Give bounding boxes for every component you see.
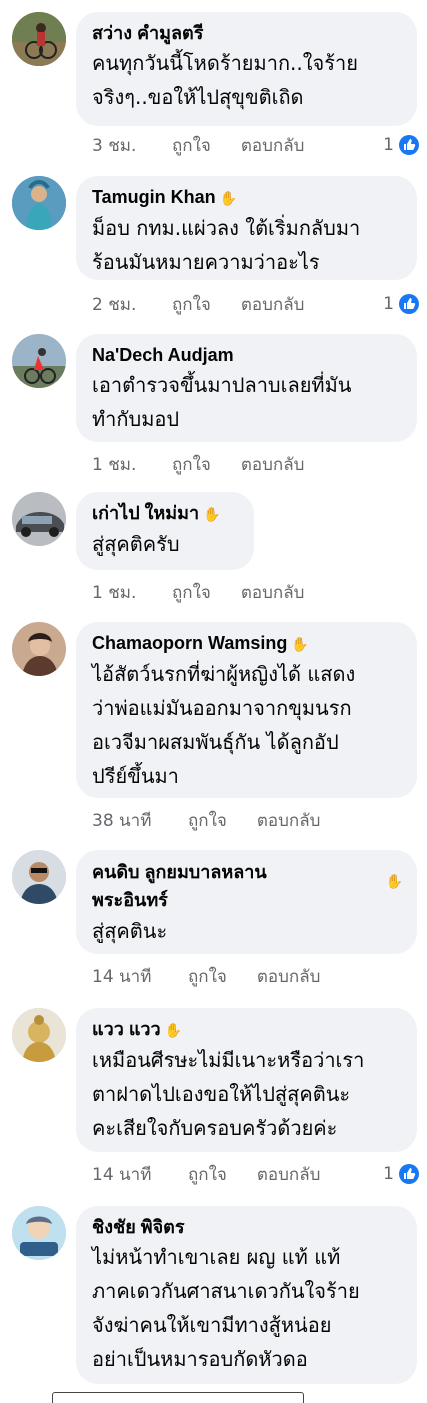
like-button[interactable]: ถูกใจ [188,963,227,990]
thumbs-up-icon [399,294,419,314]
avatar[interactable] [12,334,66,388]
avatar[interactable] [12,1206,66,1260]
wave-icon: ✋ [203,506,221,522]
like-button[interactable]: ถูกใจ [188,1161,227,1188]
comment-time[interactable]: 3 ชม. [92,132,172,159]
comment-time[interactable]: 2 ชม. [92,291,172,318]
comment-text: สู่สุคติครับ [92,532,180,556]
commenter-name[interactable]: Chamaoporn Wamsing ✋ [92,630,401,657]
like-button[interactable]: ถูกใจ [172,291,211,318]
reply-button[interactable]: ตอบกลับ [257,807,321,834]
reaction-count[interactable]: 1 [383,135,419,155]
avatar[interactable] [12,1008,66,1062]
reply-button[interactable]: ตอบกลับ [241,451,305,478]
comment-time[interactable]: 1 ชม. [92,451,172,478]
like-button[interactable]: ถูกใจ [188,807,227,834]
comment-bubble: สว่าง คำมูลตรี คนทุกวันนี้โหดร้ายมาก..ใจ… [76,12,417,126]
commenter-name[interactable]: Na'Dech Audjam [92,342,401,368]
commenter-name[interactable]: เก่าไป ใหม่มา ✋ [92,500,238,527]
avatar[interactable] [12,850,66,904]
comment-bubble: คนดิบ ลูกยมบาลหลาน พระอินทร์ ✋ สู่สุคติน… [76,850,417,954]
reply-button[interactable]: ตอบกลับ [241,579,305,606]
reply-button[interactable]: ตอบกลับ [241,291,305,318]
comment-text: ไม่หน้าทำเขาเลย ผญ แท้ แท้ ภาคเดวกันศาสน… [92,1245,360,1371]
comment-text: ไอ้สัตว์นรกที่ฆ่าผู้หญิงได้ แสดง ว่าพ่อแ… [92,662,356,788]
comment-time[interactable]: 38 นาที [92,807,188,834]
thumbs-up-icon [399,1164,419,1184]
comment-bubble: ชิงชัย พิจิตร ไม่หน้าทำเขาเลย ผญ แท้ แท้… [76,1206,417,1384]
comment-meta: 38 นาที ถูกใจ ตอบกลับ [92,806,419,834]
comment-bubble: เก่าไป ใหม่มา ✋ สู่สุคติครับ [76,492,254,570]
avatar[interactable] [12,12,66,66]
reply-button[interactable]: ตอบกลับ [257,963,321,990]
comment-text: ม็อบ กทม.แผ่วลง ใต้เริ่มกลับมา ร้อนมันหม… [92,216,361,274]
thumbs-up-icon [399,135,419,155]
comment-time[interactable]: 14 นาที [92,1161,188,1188]
comment-meta: 14 นาที ถูกใจ ตอบกลับ 1 [92,1160,419,1188]
reaction-count[interactable]: 1 [383,294,419,314]
comment-meta: 3 ชม. ถูกใจ ตอบกลับ 1 [92,131,419,159]
commenter-name[interactable]: สว่าง คำมูลตรี [92,20,401,46]
comment-bubble: แวว แวว ✋ เหมือนศีรษะไม่มีเนาะหรือว่าเรา … [76,1008,417,1152]
bottom-input-frame[interactable] [52,1392,304,1403]
comment-meta: 1 ชม. ถูกใจ ตอบกลับ [92,450,419,478]
wave-icon: ✋ [164,1022,183,1038]
reply-button[interactable]: ตอบกลับ [257,1161,321,1188]
like-button[interactable]: ถูกใจ [172,579,211,606]
comment-text: สู่สุคตินะ [92,919,168,943]
like-button[interactable]: ถูกใจ [172,451,211,478]
comment-bubble: Na'Dech Audjam เอาตำรวจขึ้นมาปลาบเลยที่ม… [76,334,417,442]
commenter-name[interactable]: Tamugin Khan ✋ [92,184,401,211]
comment-text: เหมือนศีรษะไม่มีเนาะหรือว่าเรา ตาฝาดไปเอ… [92,1048,365,1140]
avatar[interactable] [12,492,66,546]
commenter-name[interactable]: ชิงชัย พิจิตร [92,1214,401,1240]
comment-meta: 1 ชม. ถูกใจ ตอบกลับ [92,578,419,606]
reply-button[interactable]: ตอบกลับ [241,132,305,159]
comment-bubble: Tamugin Khan ✋ ม็อบ กทม.แผ่วลง ใต้เริ่มกล… [76,176,417,280]
commenter-name[interactable]: คนดิบ ลูกยมบาลหลาน พระอินทร์ [92,858,401,914]
reaction-count[interactable]: 1 [383,1164,419,1184]
comment-time[interactable]: 1 ชม. [92,579,172,606]
commenter-name[interactable]: แวว แวว ✋ [92,1016,401,1043]
comment-text: เอาตำรวจขึ้นมาปลาบเลยที่มัน ทำกับมอป [92,373,352,431]
avatar[interactable] [12,622,66,676]
avatar[interactable] [12,176,66,230]
wave-icon: ✋ [291,636,309,652]
comment-text: คนทุกวันนี้โหดร้ายมาก..ใจร้าย จริงๆ..ขอใ… [92,51,358,109]
comment-bubble: Chamaoporn Wamsing ✋ ไอ้สัตว์นรกที่ฆ่าผู้… [76,622,417,798]
wave-icon: ✋ [219,190,238,206]
wave-icon: ✋ [385,874,403,890]
comment-time[interactable]: 14 นาที [92,963,188,990]
comment-meta: 2 ชม. ถูกใจ ตอบกลับ 1 [92,290,419,318]
like-button[interactable]: ถูกใจ [172,132,211,159]
comment-meta: 14 นาที ถูกใจ ตอบกลับ [92,962,419,990]
